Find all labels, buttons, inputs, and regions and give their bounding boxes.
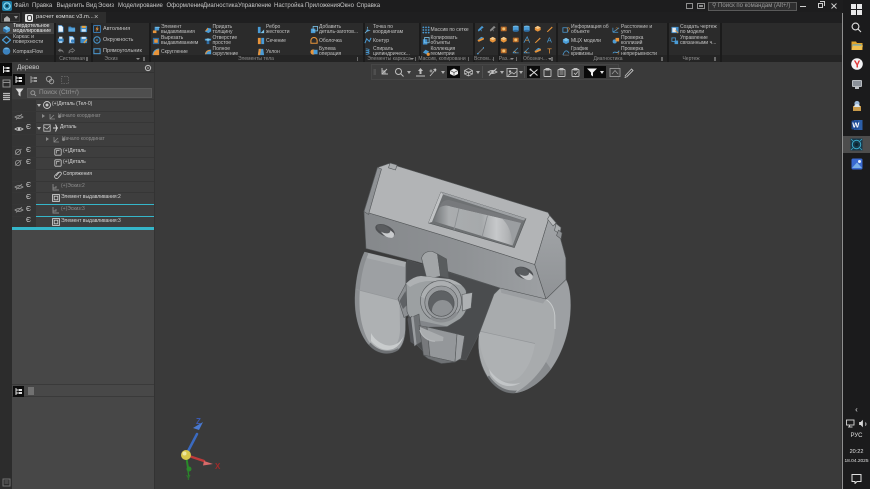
- svg-text:W: W: [852, 121, 860, 130]
- svg-text:?: ?: [566, 27, 570, 34]
- svg-text:?: ?: [616, 26, 619, 31]
- svg-text:X: X: [215, 462, 221, 471]
- svg-text:T: T: [547, 47, 552, 55]
- svg-text:Z: Z: [196, 417, 201, 426]
- svg-text:A: A: [546, 36, 551, 44]
- svg-text:Y: Y: [186, 475, 191, 482]
